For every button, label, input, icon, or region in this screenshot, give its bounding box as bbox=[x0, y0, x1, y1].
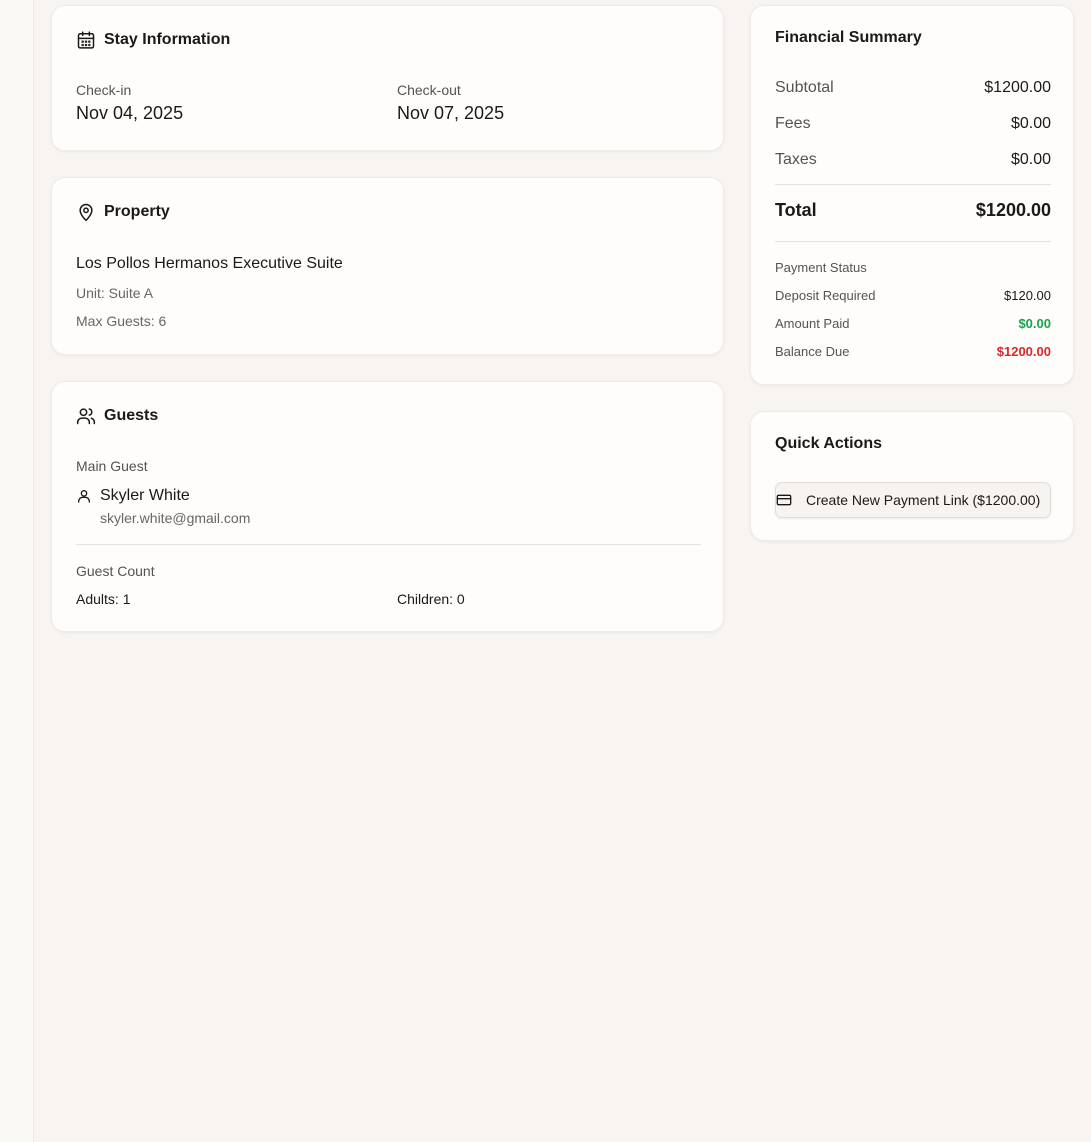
credit-card-icon bbox=[776, 492, 792, 508]
taxes-label: Taxes bbox=[775, 151, 817, 168]
fees-row: Fees $0.00 bbox=[775, 115, 1051, 133]
taxes-row: Taxes $0.00 bbox=[775, 151, 1051, 169]
users-icon bbox=[76, 406, 96, 426]
stay-information-heading: Stay Information bbox=[104, 31, 231, 48]
fees-label: Fees bbox=[775, 115, 811, 132]
deposit-label: Deposit Required bbox=[775, 288, 876, 303]
total-row: Total $1200.00 bbox=[775, 200, 1051, 221]
balance-due-value: $1200.00 bbox=[996, 344, 1051, 359]
total-label: Total bbox=[775, 200, 817, 220]
guests-title: Guests bbox=[76, 406, 158, 426]
stay-information-card: Stay Information Check-in Nov 04, 2025 C… bbox=[51, 5, 724, 151]
subtotal-value: $1200.00 bbox=[984, 79, 1051, 96]
payment-status-label: Payment Status bbox=[775, 260, 867, 275]
amount-paid-row: Amount Paid $0.00 bbox=[775, 316, 1051, 331]
amount-paid-label: Amount Paid bbox=[775, 316, 850, 331]
property-card: Property Los Pollos Hermanos Executive S… bbox=[51, 177, 724, 355]
map-pin-icon bbox=[76, 202, 96, 222]
total-divider bbox=[775, 241, 1051, 242]
total-value: $1200.00 bbox=[975, 200, 1051, 220]
financial-summary-title: Financial Summary bbox=[775, 29, 922, 46]
main-guest-name: Skyler White bbox=[100, 487, 190, 504]
subtotal-divider bbox=[775, 184, 1051, 185]
checkout-label: Check-out bbox=[397, 82, 461, 98]
stay-information-title: Stay Information bbox=[76, 30, 230, 50]
main-guest-email: skyler.white@gmail.com bbox=[100, 510, 251, 526]
adults-count: Adults: 1 bbox=[76, 591, 131, 607]
property-title: Property bbox=[76, 202, 170, 222]
quick-actions-card: Quick Actions Create New Payment Link ($… bbox=[750, 411, 1074, 541]
guest-count-label: Guest Count bbox=[76, 563, 155, 579]
subtotal-label: Subtotal bbox=[775, 79, 834, 96]
checkin-label: Check-in bbox=[76, 82, 132, 98]
fees-value: $0.00 bbox=[1010, 115, 1051, 132]
property-name: Los Pollos Hermanos Executive Suite bbox=[76, 255, 343, 272]
subtotal-row: Subtotal $1200.00 bbox=[775, 79, 1051, 97]
balance-due-row: Balance Due $1200.00 bbox=[775, 344, 1051, 359]
guests-divider bbox=[76, 544, 701, 545]
property-heading: Property bbox=[104, 203, 170, 220]
quick-actions-title: Quick Actions bbox=[775, 435, 882, 452]
guests-heading: Guests bbox=[104, 407, 159, 424]
calendar-icon bbox=[76, 30, 96, 50]
balance-due-label: Balance Due bbox=[775, 344, 850, 359]
deposit-value: $120.00 bbox=[1004, 288, 1051, 303]
property-unit: Unit: Suite A bbox=[76, 285, 154, 301]
create-payment-link-label: Create New Payment Link ($1200.00) bbox=[806, 492, 1041, 508]
guests-card: Guests Main Guest Skyler White skyler.wh… bbox=[51, 381, 724, 632]
taxes-value: $0.00 bbox=[1010, 151, 1051, 168]
create-payment-link-button[interactable]: Create New Payment Link ($1200.00) bbox=[775, 482, 1051, 518]
property-max-guests: Max Guests: 6 bbox=[76, 313, 167, 329]
checkout-value: Nov 07, 2025 bbox=[397, 103, 505, 123]
checkin-value: Nov 04, 2025 bbox=[76, 103, 184, 123]
amount-paid-value: $0.00 bbox=[1018, 316, 1051, 331]
deposit-row: Deposit Required $120.00 bbox=[775, 288, 1051, 303]
user-icon bbox=[76, 488, 92, 504]
children-count: Children: 0 bbox=[397, 591, 465, 607]
sidebar bbox=[0, 0, 34, 1142]
financial-summary-card: Financial Summary Subtotal $1200.00 Fees… bbox=[750, 5, 1074, 385]
main-guest-label: Main Guest bbox=[76, 458, 148, 474]
